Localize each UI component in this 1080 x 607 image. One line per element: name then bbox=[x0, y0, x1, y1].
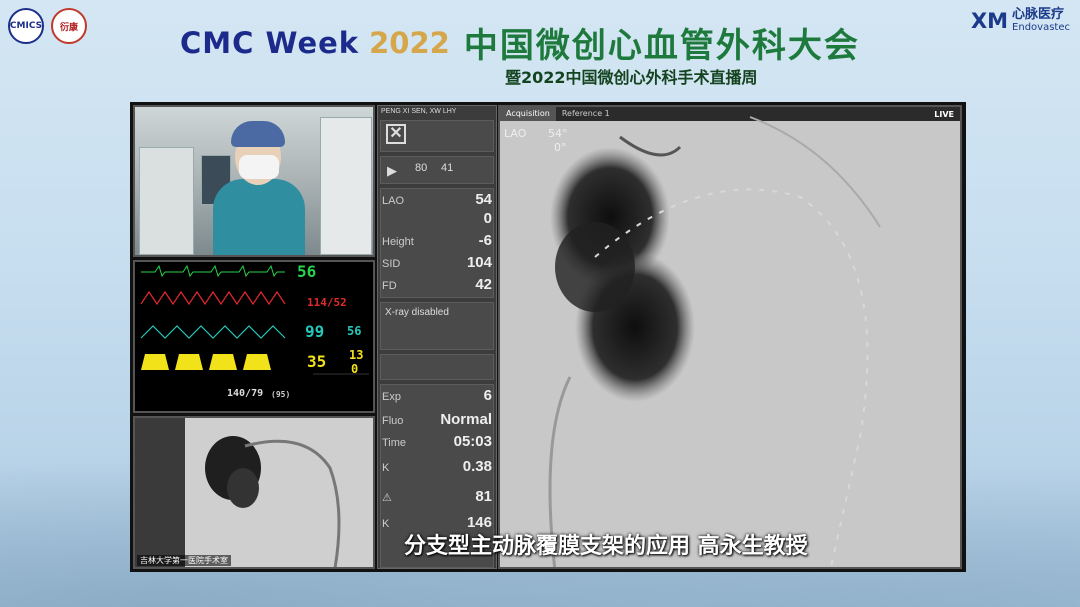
etco2-value: 35 bbox=[307, 352, 327, 371]
arterial-wave bbox=[140, 290, 286, 306]
dose-rate-value: 0.38 bbox=[462, 458, 492, 475]
monitor-value-0: 0 bbox=[351, 362, 359, 376]
height-value: -6 bbox=[478, 232, 492, 249]
aortic-angiogram bbox=[548, 116, 881, 567]
empty-box bbox=[380, 354, 494, 380]
brand-text: CMC Week bbox=[180, 25, 360, 60]
time-label: Time bbox=[382, 437, 407, 449]
surgeon-mask bbox=[239, 155, 279, 179]
sid-value: 104 bbox=[466, 254, 492, 271]
equipment-rack bbox=[139, 147, 194, 255]
sponsor-logo: XM 心脉医疗 Endovastec bbox=[970, 7, 1070, 34]
sid-label: SID bbox=[382, 258, 401, 270]
imaging-control-panel: PENG XI SEN, XW LHY ✕ ▶ 80 41 LAO 54 0 He… bbox=[377, 105, 497, 569]
nibp-value: 140/79 bbox=[227, 388, 264, 399]
spo2-right-value: 56 bbox=[347, 324, 362, 338]
bp-value: 114/52 bbox=[307, 296, 347, 309]
xray-status: X-ray disabled bbox=[385, 307, 449, 318]
secondary-vessel-image bbox=[205, 436, 341, 567]
secondary-panel-strip bbox=[135, 418, 185, 567]
partner-logo: 衍康 bbox=[51, 8, 87, 44]
capno-wave bbox=[141, 354, 285, 370]
cmics-logo: CMICS bbox=[8, 8, 44, 44]
dose-icon: K bbox=[382, 462, 390, 474]
pulse-unit-value: 41 bbox=[441, 162, 454, 174]
surgeon-figure bbox=[213, 179, 305, 255]
sponsor-name-en: Endovastec bbox=[1012, 22, 1070, 33]
time-value: 05:03 bbox=[453, 433, 492, 450]
lao-label: LAO bbox=[382, 195, 405, 207]
close-button[interactable]: ✕ bbox=[380, 120, 494, 152]
k-icon: K bbox=[382, 518, 390, 530]
exposure-icon: ⚠ bbox=[382, 492, 392, 504]
equipment-cabinet bbox=[320, 117, 372, 255]
conference-name: 中国微创心血管外科大会 bbox=[463, 26, 860, 66]
close-icon: ✕ bbox=[386, 124, 406, 144]
nibp-mean: (95) bbox=[271, 390, 291, 399]
surgeon-camera-view bbox=[133, 105, 375, 257]
fluo-label: Fluo bbox=[382, 415, 404, 427]
xray-status-box: X-ray disabled bbox=[380, 302, 494, 350]
lecture-caption: 分支型主动脉覆膜支架的应用 高永生教授 bbox=[404, 534, 808, 559]
pleth-wave bbox=[140, 325, 286, 339]
hospital-label: 吉林大学第一医院手术室 bbox=[137, 555, 231, 566]
fd-value: 42 bbox=[475, 276, 492, 293]
lao-value: 54 bbox=[475, 191, 492, 208]
vital-signs-monitor: 56 114/52 99 56 35 13 0 140/79 (95) bbox=[133, 260, 375, 413]
sponsor-name-cn: 心脉医疗 bbox=[1012, 7, 1065, 22]
operator-names: PENG XI SEN, XW LHY bbox=[381, 108, 457, 115]
fluo-value: Normal bbox=[440, 411, 492, 428]
lao-sub-value: 0 bbox=[483, 210, 492, 227]
exp-label: Exp bbox=[382, 391, 401, 403]
secondary-fluoro-view: 吉林大学第一医院手术室 bbox=[133, 416, 375, 569]
dose-value: 81 bbox=[475, 488, 492, 505]
monitor-value-13: 13 bbox=[349, 348, 364, 362]
height-label: Height bbox=[382, 236, 414, 248]
ecg-wave bbox=[141, 264, 285, 278]
pulse-rate: 80 bbox=[415, 162, 428, 174]
event-title: CMC Week 2022 中国微创心血管外科大会 bbox=[180, 18, 860, 67]
surgeon-cap bbox=[231, 121, 285, 147]
hr-value: 56 bbox=[297, 262, 317, 281]
live-stream-frame: 56 114/52 99 56 35 13 0 140/79 (95) 吉林大学… bbox=[130, 102, 966, 572]
play-icon: ▶ bbox=[387, 163, 397, 178]
main-fluoro-view: Acquisition Reference 1 LIVE LAO 54° 0° bbox=[498, 105, 962, 569]
sponsor-mark-icon: XM bbox=[970, 8, 1009, 33]
event-subtitle: 暨2022中国微创心外科手术直播周 bbox=[505, 68, 758, 87]
fd-label: FD bbox=[382, 280, 397, 292]
playback-box: ▶ 80 41 bbox=[380, 156, 494, 184]
spo2-value: 99 bbox=[305, 322, 325, 341]
year-text: 2022 bbox=[369, 25, 450, 60]
exp-value: 6 bbox=[483, 387, 492, 404]
